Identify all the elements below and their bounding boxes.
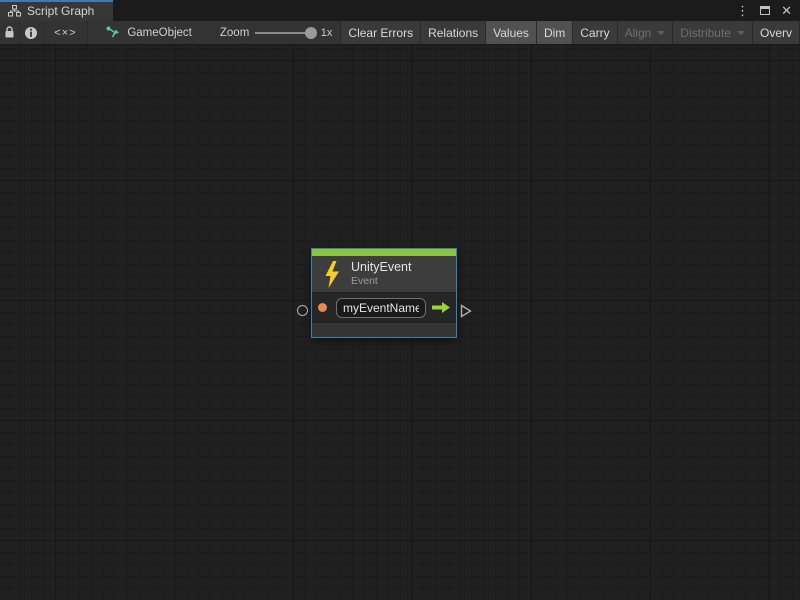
tab-script-graph[interactable]: Script Graph [0, 0, 113, 21]
kebab-menu-icon[interactable]: ⋮ [736, 4, 749, 17]
window-controls: ⋮ ✕ [736, 0, 800, 21]
lightning-bolt-icon [323, 261, 340, 288]
trigger-output-arrow-icon[interactable] [431, 301, 451, 314]
node-accent-bar [312, 249, 456, 256]
clear-errors-button[interactable]: Clear Errors [341, 21, 421, 44]
dropdown-arrow-icon [657, 31, 665, 35]
maximize-icon[interactable] [760, 6, 770, 15]
node-footer [312, 323, 456, 337]
graph-target-label: GameObject [127, 27, 192, 39]
tab-title: Script Graph [27, 4, 94, 18]
node-title: UnityEvent [351, 260, 411, 275]
code-view-icon: <×> [54, 27, 76, 39]
graph-asset-icon [106, 26, 121, 39]
relations-button[interactable]: Relations [421, 21, 486, 44]
node-title-block: UnityEvent Event [351, 260, 411, 288]
zoom-value: 1x [321, 27, 333, 39]
zoom-label: Zoom [220, 27, 249, 39]
toolbar-button-group: Clear Errors Relations Values Dim Carry … [340, 21, 800, 44]
carry-button[interactable]: Carry [573, 21, 617, 44]
output-port-triangle[interactable] [460, 304, 472, 318]
info-button[interactable] [20, 21, 43, 44]
code-view-button[interactable]: <×> [44, 21, 89, 44]
node-port-row [312, 293, 456, 323]
info-icon [24, 26, 38, 40]
unity-event-node[interactable]: UnityEvent Event [311, 248, 457, 338]
tab-bar: Script Graph ⋮ ✕ [0, 0, 800, 21]
node-header: UnityEvent Event [312, 256, 456, 293]
input-port-circle[interactable] [297, 305, 308, 316]
dropdown-arrow-icon [737, 31, 745, 35]
lock-icon [4, 26, 15, 39]
close-icon[interactable]: ✕ [781, 4, 792, 17]
distribute-dropdown-button[interactable]: Distribute [673, 21, 753, 44]
overview-button[interactable]: Overv [753, 21, 800, 44]
active-tab-indicator [0, 0, 113, 2]
dim-toggle-button[interactable]: Dim [537, 21, 573, 44]
lock-button[interactable] [0, 21, 20, 44]
graph-canvas[interactable]: UnityEvent Event [0, 45, 800, 600]
zoom-slider[interactable] [255, 21, 316, 45]
script-graph-icon [8, 5, 21, 17]
node-subtitle: Event [351, 275, 411, 288]
align-dropdown-button[interactable]: Align [618, 21, 674, 44]
event-name-input[interactable] [336, 298, 426, 318]
event-name-port-dot[interactable] [318, 303, 327, 312]
values-toggle-button[interactable]: Values [486, 21, 537, 44]
graph-toolbar: <×> GameObject Zoom 1x Clear Errors Rela… [0, 21, 800, 45]
unity-visual-scripting-window: Script Graph ⋮ ✕ <×> [0, 0, 800, 600]
zoom-slider-handle[interactable] [305, 27, 317, 39]
graph-target[interactable]: GameObject [106, 21, 192, 44]
